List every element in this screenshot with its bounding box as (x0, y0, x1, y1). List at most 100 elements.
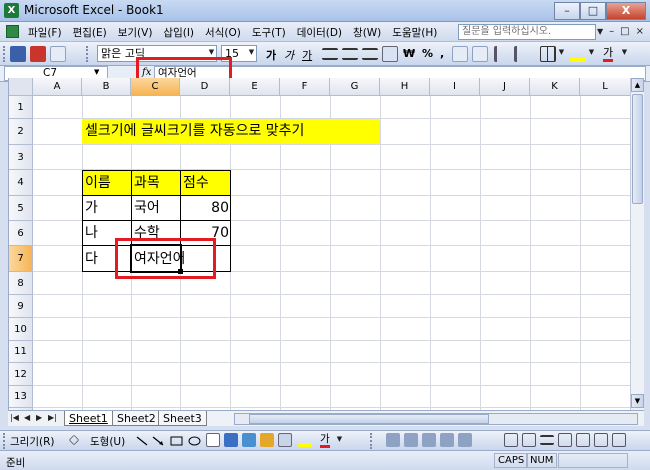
row-header-6[interactable]: 6 (9, 221, 33, 246)
excel-app-icon[interactable]: X (4, 3, 19, 18)
row-header-13[interactable]: 13 (9, 386, 33, 408)
column-header-c[interactable]: C (131, 78, 180, 96)
arrow-icon[interactable] (152, 436, 164, 446)
workbook-icon[interactable] (6, 25, 19, 38)
format-picture-icon[interactable] (386, 433, 400, 447)
picture-tool-icon[interactable] (440, 433, 454, 447)
select-all-corner[interactable] (9, 78, 33, 96)
chevron-down-icon[interactable]: ▼ (619, 45, 630, 60)
vertical-scroll-thumb[interactable] (632, 94, 643, 204)
diagram-icon[interactable] (242, 433, 256, 447)
maximize-button[interactable]: □ (580, 2, 606, 20)
merge-center-icon[interactable] (382, 46, 398, 62)
chevron-down-icon[interactable]: ▼ (334, 432, 345, 447)
menu-view[interactable]: 보기(V) (118, 25, 153, 40)
row-header-7[interactable]: 7 (9, 246, 33, 272)
row-header-4[interactable]: 4 (9, 170, 33, 196)
doc-restore-button[interactable]: □ (620, 26, 629, 37)
table-cell[interactable]: 다 (85, 248, 98, 270)
autoshapes-button[interactable]: 도형(U) (90, 434, 125, 449)
close-button[interactable]: X (606, 2, 646, 20)
row-header-11[interactable]: 11 (9, 341, 33, 363)
first-sheet-icon[interactable]: |◀ (10, 413, 19, 422)
last-sheet-icon[interactable]: ▶| (48, 413, 57, 422)
rotate-icon[interactable] (522, 433, 536, 447)
chevron-down-icon[interactable]: ▼ (556, 45, 567, 60)
italic-button[interactable]: 가 (284, 47, 294, 63)
tab-sheet1[interactable]: Sheet1 (64, 411, 113, 426)
doc-close-button[interactable]: × (636, 26, 644, 37)
print-preview-icon[interactable] (50, 46, 66, 62)
toolbar-grip[interactable] (370, 433, 373, 449)
column-header-f[interactable]: F (280, 78, 330, 96)
title-cell[interactable]: 셀크기에 글씨크기를 자동으로 맞추기 (85, 120, 304, 142)
minimize-button[interactable]: – (554, 2, 580, 20)
row-header-12[interactable]: 12 (9, 363, 33, 386)
picture-icon[interactable] (278, 433, 292, 447)
oval-icon[interactable] (188, 436, 201, 446)
draw-font-color-button[interactable]: 가 (320, 434, 330, 448)
toolbar-grip[interactable] (3, 433, 6, 449)
tab-sheet2[interactable]: Sheet2 (112, 411, 161, 426)
table-cell[interactable]: 80 (183, 197, 229, 219)
horizontal-scroll-thumb[interactable] (249, 414, 489, 424)
toolbar-grip[interactable] (86, 46, 89, 62)
save-icon[interactable] (10, 46, 26, 62)
row-header-1[interactable]: 1 (9, 96, 33, 119)
increase-decimal-icon[interactable] (452, 46, 468, 62)
decrease-indent-icon[interactable] (494, 46, 510, 62)
currency-button[interactable]: ₩ (403, 47, 415, 60)
picture-tool-icon[interactable] (422, 433, 436, 447)
row-header-8[interactable]: 8 (9, 272, 33, 295)
borders-icon[interactable] (540, 46, 556, 62)
column-header-k[interactable]: K (530, 78, 580, 96)
chevron-down-icon[interactable]: ▼ (94, 68, 99, 76)
chevron-down-icon[interactable]: ▼ (597, 27, 603, 36)
table-header-subject[interactable]: 과목 (134, 172, 160, 194)
clip-art-icon[interactable] (260, 433, 274, 447)
scroll-down-icon[interactable]: ▼ (631, 394, 644, 408)
format-icon[interactable] (576, 433, 590, 447)
line-icon[interactable] (136, 436, 148, 446)
menu-file[interactable]: 파일(F) (28, 25, 62, 40)
permission-icon[interactable] (30, 46, 46, 62)
reset-picture-icon[interactable] (612, 433, 626, 447)
align-left-icon[interactable] (322, 48, 338, 60)
chevron-down-icon[interactable]: ▼ (246, 45, 257, 60)
comma-button[interactable]: , (440, 47, 444, 60)
text-box-icon[interactable] (206, 433, 220, 447)
rectangle-icon[interactable] (170, 436, 183, 446)
table-header-score[interactable]: 점수 (183, 172, 209, 194)
row-header-5[interactable]: 5 (9, 196, 33, 221)
column-header-a[interactable]: A (33, 78, 82, 96)
picture-tool-icon[interactable] (404, 433, 418, 447)
next-sheet-icon[interactable]: ▶ (36, 413, 42, 422)
row-header-9[interactable]: 9 (9, 295, 33, 318)
vertical-scrollbar[interactable]: ▲ ▼ (630, 78, 644, 410)
table-cell[interactable]: 국어 (134, 197, 160, 219)
font-color-button[interactable]: 가 (603, 47, 614, 62)
line-style-icon[interactable] (540, 435, 554, 445)
align-right-icon[interactable] (362, 48, 378, 60)
help-search-input[interactable]: 질문을 입력하십시오. (458, 24, 596, 40)
align-center-icon[interactable] (342, 48, 358, 60)
set-transparent-icon[interactable] (594, 433, 608, 447)
underline-button[interactable]: 가 (302, 47, 312, 63)
menu-format[interactable]: 서식(O) (205, 25, 241, 40)
compress-icon[interactable] (558, 433, 572, 447)
row-header-10[interactable]: 10 (9, 318, 33, 341)
column-header-b[interactable]: B (82, 78, 131, 96)
doc-minimize-button[interactable]: – (609, 26, 614, 37)
menu-data[interactable]: 데이터(D) (297, 25, 342, 40)
column-header-l[interactable]: L (580, 78, 630, 96)
fill-color-icon[interactable] (570, 46, 586, 62)
menu-help[interactable]: 도움말(H) (392, 25, 437, 40)
menu-tools[interactable]: 도구(T) (252, 25, 286, 40)
column-header-d[interactable]: D (180, 78, 230, 96)
increase-indent-icon[interactable] (514, 46, 530, 62)
percent-button[interactable]: % (422, 47, 433, 60)
menu-window[interactable]: 창(W) (353, 25, 381, 40)
column-header-h[interactable]: H (380, 78, 430, 96)
column-header-g[interactable]: G (330, 78, 380, 96)
wordart-icon[interactable] (224, 433, 238, 447)
